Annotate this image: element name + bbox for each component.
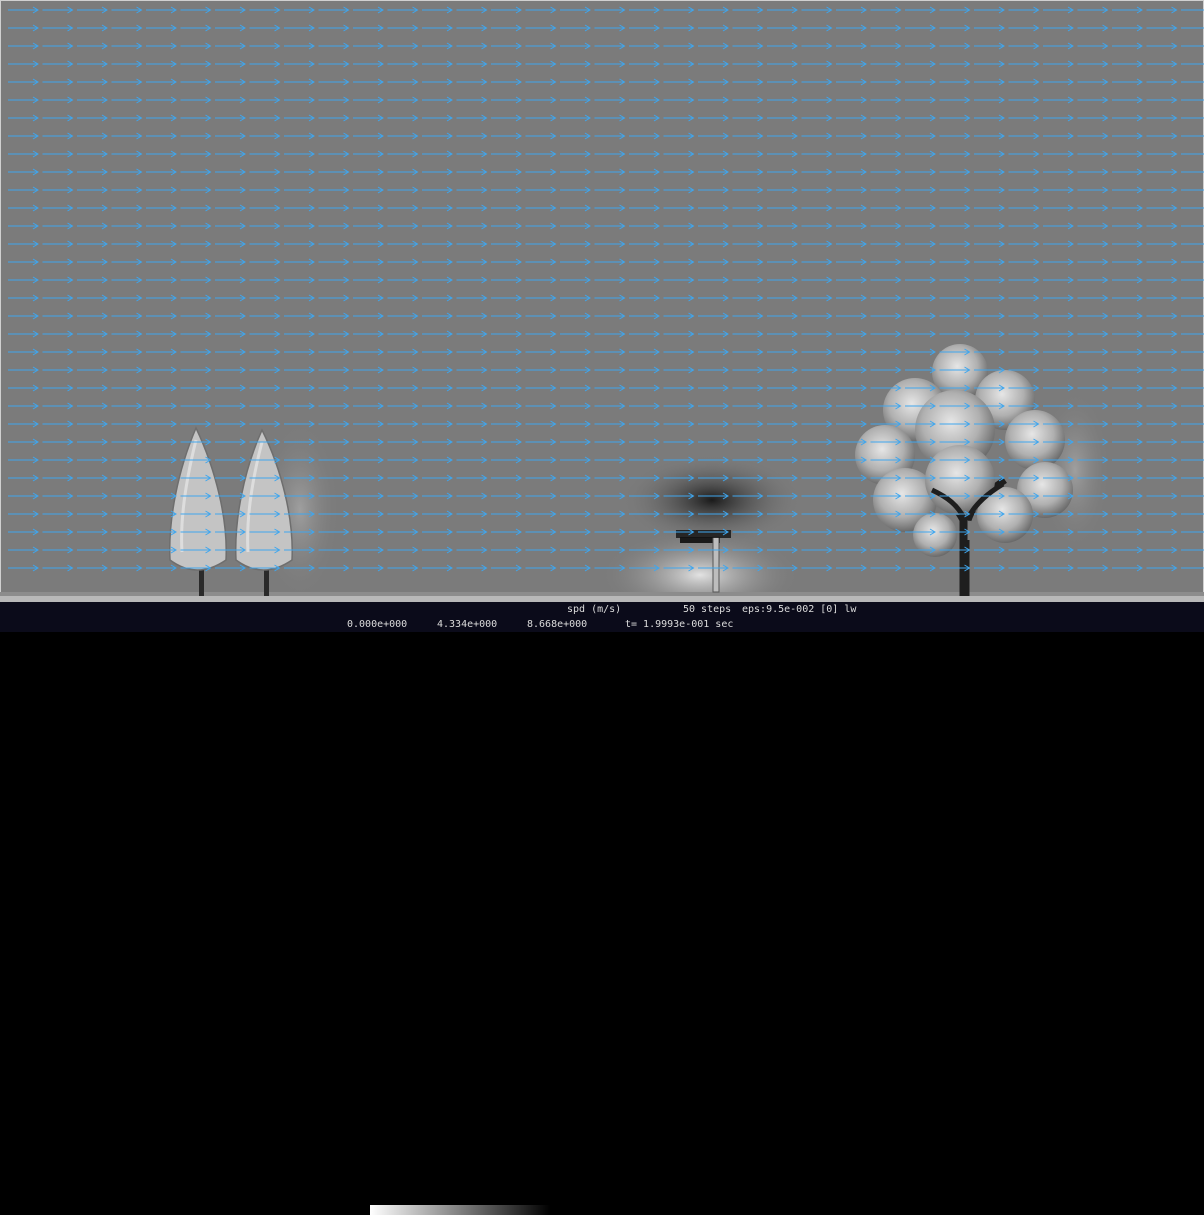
colorbar-tick-mid: 4.334e+000 bbox=[437, 619, 498, 630]
step-count: 50 steps bbox=[683, 604, 732, 615]
colorbar-quantity-label: spd (m/s) bbox=[567, 604, 622, 615]
status-bar: spd (m/s) 50 steps eps:9.5e-002 [0] lw 0… bbox=[0, 602, 1204, 1215]
eps-readout: eps:9.5e-002 [0] lw bbox=[742, 604, 857, 615]
flow-field-plot bbox=[0, 0, 1204, 602]
colorbar-tick-min: 0.000e+000 bbox=[347, 619, 408, 630]
colorbar-tick-max: 8.668e+000 bbox=[527, 619, 588, 630]
speed-colorbar bbox=[370, 1205, 550, 1215]
time-readout: t= 1.9993e-001 sec bbox=[625, 619, 734, 630]
